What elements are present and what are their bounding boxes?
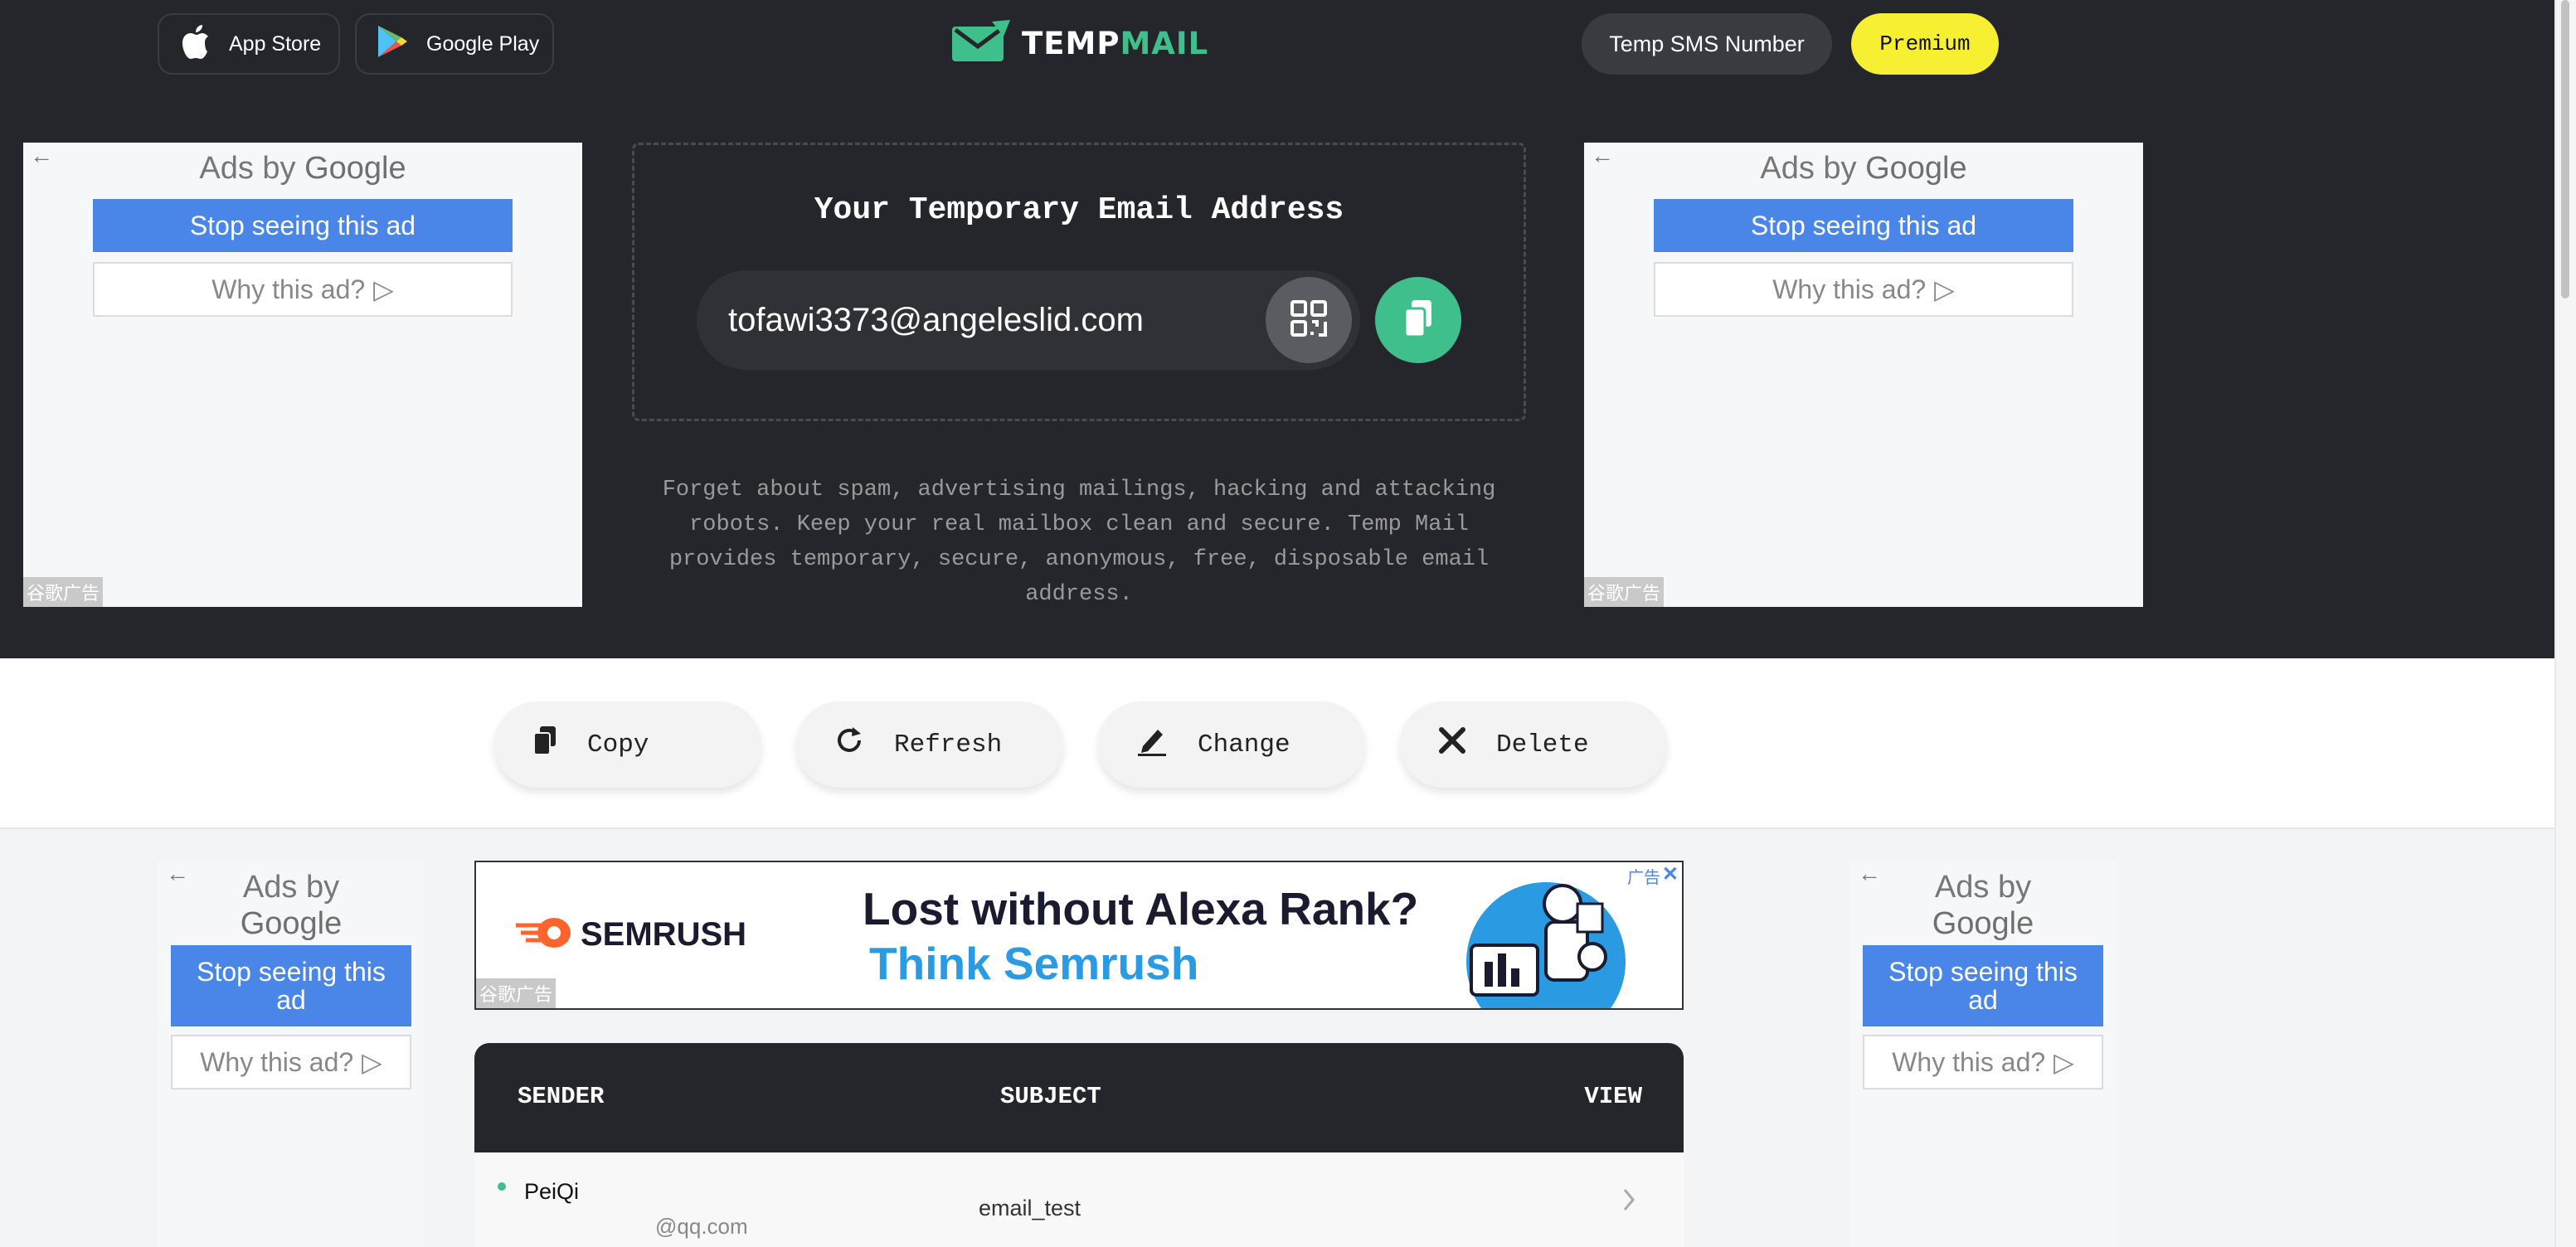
- email-subject: email_test: [979, 1196, 1081, 1220]
- delete-label: Delete: [1496, 730, 1589, 759]
- pen-icon: [1136, 725, 1168, 764]
- why-this-ad-button[interactable]: Why this ad? ▷: [1654, 262, 2073, 317]
- close-icon: [1438, 726, 1466, 763]
- email-address-text: tofawi3373@angeleslid.com: [728, 301, 1144, 338]
- copy-icon: [532, 725, 557, 764]
- ad-close-icon[interactable]: ✕: [1662, 862, 1679, 886]
- delete-button[interactable]: Delete: [1400, 701, 1667, 788]
- banner-illustration: [1438, 871, 1637, 1008]
- google-play-button[interactable]: Google Play: [355, 13, 554, 75]
- semrush-brand: SEMRUSH: [581, 916, 747, 953]
- qr-code-icon: [1289, 298, 1329, 342]
- column-sender: SENDER: [518, 1083, 605, 1110]
- stop-seeing-ad-button[interactable]: Stop seeing this ad: [1863, 945, 2103, 1026]
- ad-tag: 谷歌广告: [476, 978, 557, 1008]
- app-store-label: App Store: [229, 32, 322, 56]
- temp-sms-number-button[interactable]: Temp SMS Number: [1582, 13, 1832, 75]
- play-outline-icon: ▷: [373, 274, 394, 304]
- semrush-logo: SEMRUSH: [516, 915, 746, 954]
- logo-text-temp: TEMP: [1022, 26, 1120, 61]
- stop-seeing-ad-button[interactable]: Stop seeing this ad: [171, 945, 411, 1026]
- chevron-right-icon[interactable]: [1622, 1187, 1636, 1216]
- refresh-label: Refresh: [894, 730, 1003, 759]
- semrush-banner-ad[interactable]: SEMRUSH Lost without Alexa Rank? Think S…: [474, 861, 1684, 1010]
- copy-button[interactable]: Copy: [494, 701, 761, 788]
- premium-button[interactable]: Premium: [1851, 13, 1999, 75]
- change-button[interactable]: Change: [1098, 701, 1365, 788]
- stop-seeing-ad-button[interactable]: Stop seeing this ad: [93, 199, 513, 252]
- unread-dot: [498, 1182, 506, 1191]
- inbox-header: SENDER SUBJECT VIEW: [474, 1043, 1684, 1152]
- semrush-flame-icon: [516, 915, 572, 954]
- ads-by-google: Ads by Google: [1760, 151, 1967, 186]
- sender-name: PeiQi: [524, 1179, 580, 1204]
- ad-tag: 谷歌广告: [23, 577, 104, 607]
- app-store-button[interactable]: App Store: [158, 13, 340, 75]
- play-outline-icon: ▷: [1934, 274, 1955, 304]
- qr-code-button[interactable]: [1266, 277, 1352, 363]
- google-play-label: Google Play: [426, 32, 540, 56]
- sender-email: @qq.com: [655, 1214, 748, 1239]
- why-this-ad-button[interactable]: Why this ad? ▷: [171, 1035, 411, 1089]
- ads-by-google: Ads by Google: [240, 870, 343, 941]
- why-this-ad-button[interactable]: Why this ad? ▷: [1863, 1035, 2103, 1089]
- play-outline-icon: ▷: [362, 1047, 382, 1077]
- play-outline-icon: ▷: [2054, 1047, 2074, 1077]
- ads-by-google: Ads by Google: [1932, 870, 2034, 941]
- banner-subline: Think Semrush: [869, 938, 1199, 989]
- scrollbar-thumb[interactable]: [2561, 0, 2569, 298]
- copy-address-button[interactable]: [1375, 277, 1461, 363]
- tagline-text: Forget about spam, advertising mailings,…: [662, 478, 1496, 607]
- temp-email-title: Your Temporary Email Address: [814, 192, 1344, 228]
- logo-text-mail: MAIL: [1120, 26, 1209, 61]
- ad-label: 广告: [1627, 869, 1660, 887]
- google-play-icon: [377, 24, 408, 65]
- copy-label: Copy: [587, 730, 649, 759]
- refresh-icon: [834, 725, 864, 764]
- ads-by-google: Ads by Google: [199, 151, 406, 186]
- apple-icon: [179, 23, 211, 66]
- google-ad-right-top: ← Ads by Google Stop seeing this ad Why …: [1584, 143, 2143, 607]
- why-this-ad-button[interactable]: Why this ad? ▷: [93, 262, 513, 317]
- google-ad-left-bottom: ← Ads by Google Stop seeing this ad Why th…: [158, 861, 425, 1247]
- column-subject: SUBJECT: [1000, 1083, 1101, 1110]
- change-label: Change: [1198, 730, 1290, 759]
- ad-tag: 谷歌广告: [1584, 577, 1665, 607]
- google-ad-left-top: ← Ads by Google Stop seeing this ad Why …: [23, 143, 582, 607]
- stop-seeing-ad-button[interactable]: Stop seeing this ad: [1654, 199, 2073, 252]
- google-ad-right-bottom: ← Ads by Google Stop seeing this ad Why th…: [1849, 861, 2117, 1247]
- tempmail-logo[interactable]: TEMPMAIL: [950, 20, 1208, 67]
- envelope-icon: [950, 20, 1012, 67]
- refresh-button[interactable]: Refresh: [796, 701, 1063, 788]
- copy-icon: [1402, 298, 1435, 342]
- email-address-field[interactable]: tofawi3373@angeleslid.com: [697, 270, 1360, 370]
- inbox-row[interactable]: PeiQi @qq.com email_test: [474, 1152, 1684, 1247]
- column-view: VIEW: [1584, 1083, 1642, 1110]
- banner-headline: Lost without Alexa Rank?: [863, 883, 1419, 934]
